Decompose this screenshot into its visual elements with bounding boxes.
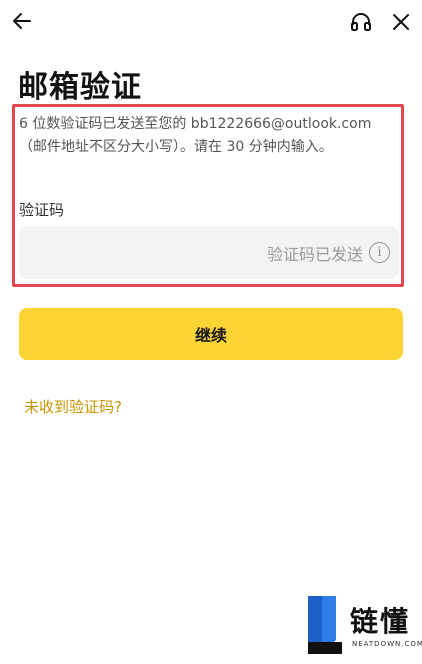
verification-code-input[interactable]: [33, 226, 253, 279]
resend-code-link[interactable]: 未收到验证码?: [24, 396, 122, 417]
description-line-2: （邮件地址不区分大小写）。请在 30 分钟内输入。: [19, 139, 333, 155]
headset-icon: [351, 13, 371, 31]
arrow-left-icon: [13, 13, 31, 29]
page-title: 邮箱验证: [18, 70, 142, 105]
watermark-subtext: NEATDOWN.COM: [352, 640, 422, 648]
code-sent-status: 验证码已发送: [266, 245, 363, 264]
top-bar: [0, 0, 422, 46]
continue-button[interactable]: 继续: [19, 308, 403, 360]
support-button[interactable]: [349, 10, 373, 34]
description-line-1: 6 位数验证码已发送至您的 bb1222666@outlook.com: [19, 116, 372, 132]
watermark-text: 链懂: [350, 605, 411, 638]
close-icon: [393, 14, 409, 30]
back-button[interactable]: [10, 9, 34, 33]
watermark-l-icon: [308, 596, 342, 654]
verification-code-field[interactable]: 验证码已发送 i: [19, 226, 399, 279]
info-icon[interactable]: i: [369, 242, 390, 263]
verification-description: 6 位数验证码已发送至您的 bb1222666@outlook.com （邮件地…: [19, 113, 399, 159]
code-label: 验证码: [19, 201, 65, 219]
close-button[interactable]: [389, 10, 413, 34]
watermark-logo: 链懂 NEATDOWN.COM: [306, 592, 422, 658]
